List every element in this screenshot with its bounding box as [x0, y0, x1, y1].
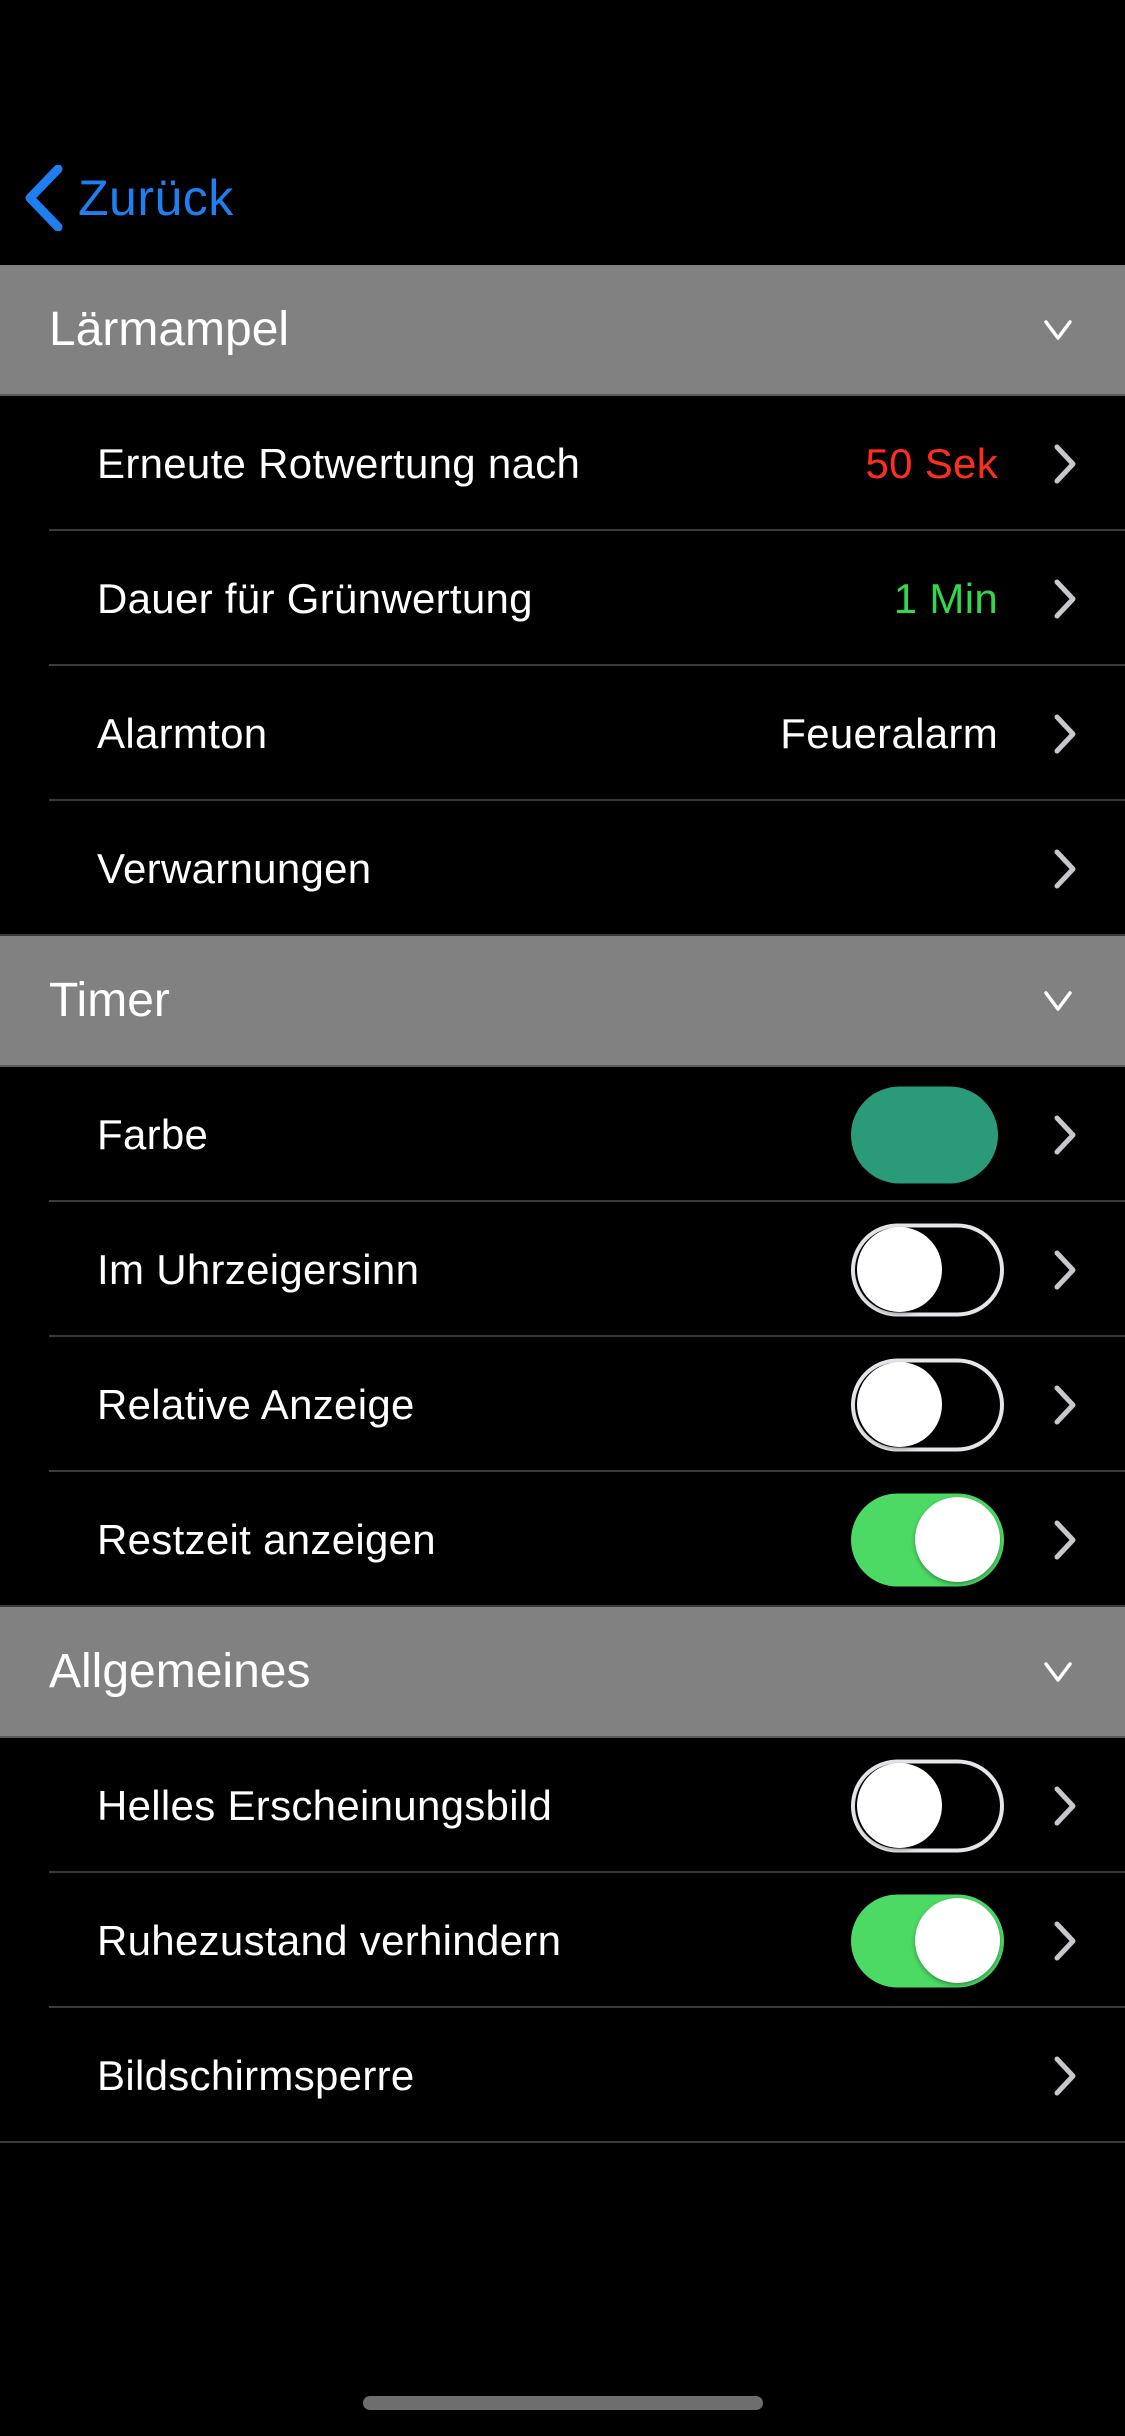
- toggle-knob: [857, 1227, 942, 1312]
- chevron-right-icon: [1054, 849, 1076, 888]
- chevron-down-icon: [1044, 1661, 1072, 1682]
- chevron-right-icon: [1054, 579, 1076, 618]
- back-label: Zurück: [78, 170, 234, 226]
- row-relative-anzeige[interactable]: Relative Anzeige: [0, 1337, 1125, 1472]
- clockwise-toggle[interactable]: [851, 1223, 1004, 1316]
- back-button[interactable]: Zurück: [22, 160, 234, 236]
- toggle-knob: [915, 1497, 1000, 1582]
- section-title: Lärmampel: [49, 303, 290, 356]
- chevron-right-icon: [1054, 714, 1076, 753]
- chevron-right-icon: [1054, 444, 1076, 483]
- row-value: 50 Sek: [865, 439, 998, 487]
- section-header-allgemeines[interactable]: Allgemeines: [0, 1607, 1125, 1738]
- row-label: Relative Anzeige: [97, 1380, 415, 1428]
- row-bildschirmsperre[interactable]: Bildschirmsperre: [0, 2008, 1125, 2143]
- chevron-right-icon: [1054, 1786, 1076, 1825]
- row-label: Verwarnungen: [97, 844, 372, 892]
- row-ruhezustand-verhindern[interactable]: Ruhezustand verhindern: [0, 1873, 1125, 2008]
- home-indicator: [363, 2396, 763, 2410]
- chevron-right-icon: [1054, 2056, 1076, 2095]
- light-appearance-toggle[interactable]: [851, 1759, 1004, 1852]
- row-erneute-rotwertung[interactable]: Erneute Rotwertung nach 50 Sek: [0, 396, 1125, 531]
- section-header-laermampel[interactable]: Lärmampel: [0, 265, 1125, 396]
- row-helles-erscheinungsbild[interactable]: Helles Erscheinungsbild: [0, 1738, 1125, 1873]
- prevent-sleep-toggle[interactable]: [851, 1894, 1004, 1987]
- chevron-right-icon: [1054, 1115, 1076, 1154]
- row-value: 1 Min: [893, 574, 998, 622]
- section-title: Timer: [49, 974, 170, 1027]
- row-label: Im Uhrzeigersinn: [97, 1245, 420, 1293]
- row-label: Erneute Rotwertung nach: [97, 439, 581, 487]
- row-im-uhrzeigersinn[interactable]: Im Uhrzeigersinn: [0, 1202, 1125, 1337]
- relative-display-toggle[interactable]: [851, 1358, 1004, 1451]
- row-label: Helles Erscheinungsbild: [97, 1781, 553, 1829]
- remaining-time-toggle[interactable]: [851, 1493, 1004, 1586]
- row-label: Ruhezustand verhindern: [97, 1916, 562, 1964]
- row-label: Dauer für Grünwertung: [97, 574, 533, 622]
- row-label: Restzeit anzeigen: [97, 1515, 436, 1563]
- chevron-right-icon: [1054, 1921, 1076, 1960]
- section-title: Allgemeines: [49, 1645, 311, 1698]
- chevron-down-icon: [1044, 990, 1072, 1011]
- chevron-right-icon: [1054, 1385, 1076, 1424]
- color-swatch[interactable]: [851, 1086, 998, 1183]
- toggle-knob: [857, 1763, 942, 1848]
- toggle-knob: [857, 1362, 942, 1447]
- row-label: Alarmton: [97, 709, 268, 757]
- row-restzeit-anzeigen[interactable]: Restzeit anzeigen: [0, 1472, 1125, 1607]
- row-value: Feueralarm: [780, 709, 998, 757]
- chevron-right-icon: [1054, 1250, 1076, 1289]
- chevron-right-icon: [1054, 1520, 1076, 1559]
- row-dauer-gruenwertung[interactable]: Dauer für Grünwertung 1 Min: [0, 531, 1125, 666]
- section-header-timer[interactable]: Timer: [0, 936, 1125, 1067]
- settings-list: Lärmampel Erneute Rotwertung nach 50 Sek…: [0, 265, 1125, 2143]
- chevron-left-icon: [25, 165, 63, 231]
- row-label: Farbe: [97, 1110, 209, 1158]
- chevron-down-icon: [1044, 319, 1072, 340]
- toggle-knob: [915, 1898, 1000, 1983]
- row-label: Bildschirmsperre: [97, 2051, 415, 2099]
- row-verwarnungen[interactable]: Verwarnungen: [0, 801, 1125, 936]
- navigation-bar: Zurück: [0, 0, 1125, 265]
- row-farbe[interactable]: Farbe: [0, 1067, 1125, 1202]
- row-alarmton[interactable]: Alarmton Feueralarm: [0, 666, 1125, 801]
